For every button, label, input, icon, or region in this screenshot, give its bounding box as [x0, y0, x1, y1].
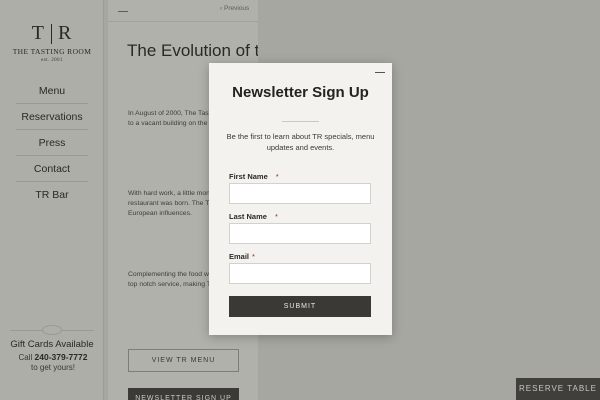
- nav-item-press[interactable]: Press: [16, 130, 88, 156]
- minus-close-icon[interactable]: [375, 72, 385, 73]
- required-marker: *: [275, 172, 279, 181]
- nav-item-reservations[interactable]: Reservations: [16, 104, 88, 130]
- newsletter-modal: Newsletter Sign Up Be the first to learn…: [209, 63, 392, 335]
- required-marker: *: [252, 252, 255, 261]
- gift-suffix: to get yours!: [30, 363, 76, 372]
- nav-item-contact[interactable]: Contact: [16, 156, 88, 182]
- modal-description: Be the first to learn about TR specials,…: [226, 132, 375, 152]
- main-nav: Menu Reservations Press Contact TR Bar: [16, 78, 88, 208]
- reserve-table-button[interactable]: RESERVE TABLE: [516, 378, 600, 400]
- sidebar: T R The Tasting Room est. 2001 Menu Rese…: [0, 0, 104, 400]
- logo-mark: T R: [0, 22, 104, 45]
- logo-est: est. 2001: [41, 58, 63, 63]
- first-name-field[interactable]: [229, 183, 371, 204]
- submit-button[interactable]: SUBMIT: [229, 296, 371, 317]
- gift-call-label: Call: [18, 353, 33, 362]
- first-name-label-text: First Name: [229, 172, 268, 181]
- logo-initial-t: T: [31, 22, 45, 44]
- required-marker: *: [274, 212, 278, 221]
- previous-label: Previous: [223, 5, 250, 12]
- email-label: Email *: [229, 252, 255, 261]
- minimize-icon[interactable]: [118, 11, 128, 12]
- email-label-text: Email: [229, 252, 250, 261]
- gift-card-text: Call 240-379-7772 to get yours!: [18, 352, 88, 373]
- email-field[interactable]: [229, 263, 371, 284]
- gift-phone-link[interactable]: 240-379-7772: [35, 352, 88, 362]
- logo-name: The Tasting Room: [12, 47, 92, 56]
- last-name-field[interactable]: [229, 223, 371, 244]
- view-menu-button[interactable]: VIEW TR MENU: [128, 349, 239, 372]
- chevron-left-icon: ‹: [220, 5, 223, 12]
- last-name-label-text: Last Name: [229, 212, 267, 221]
- logo-divider: [50, 23, 52, 44]
- nav-item-menu[interactable]: Menu: [16, 78, 88, 104]
- first-name-label: First Name *: [229, 172, 279, 181]
- newsletter-signup-button[interactable]: NEWSLETTER SIGN UP: [128, 388, 239, 400]
- modal-title: Newsletter Sign Up: [232, 84, 369, 101]
- last-name-label: Last Name *: [229, 212, 278, 221]
- logo[interactable]: T R The Tasting Room est. 2001: [0, 22, 104, 63]
- previous-link[interactable]: ‹ Previous: [220, 5, 249, 12]
- gift-card-title: Gift Cards Available: [10, 339, 94, 350]
- page-title: The Evolution of the Tasting Room: [127, 41, 258, 60]
- logo-initial-r: R: [57, 22, 73, 44]
- modal-divider: [282, 121, 319, 122]
- nav-item-tr-bar[interactable]: TR Bar: [16, 182, 88, 208]
- ring-ornament-icon: [42, 325, 62, 335]
